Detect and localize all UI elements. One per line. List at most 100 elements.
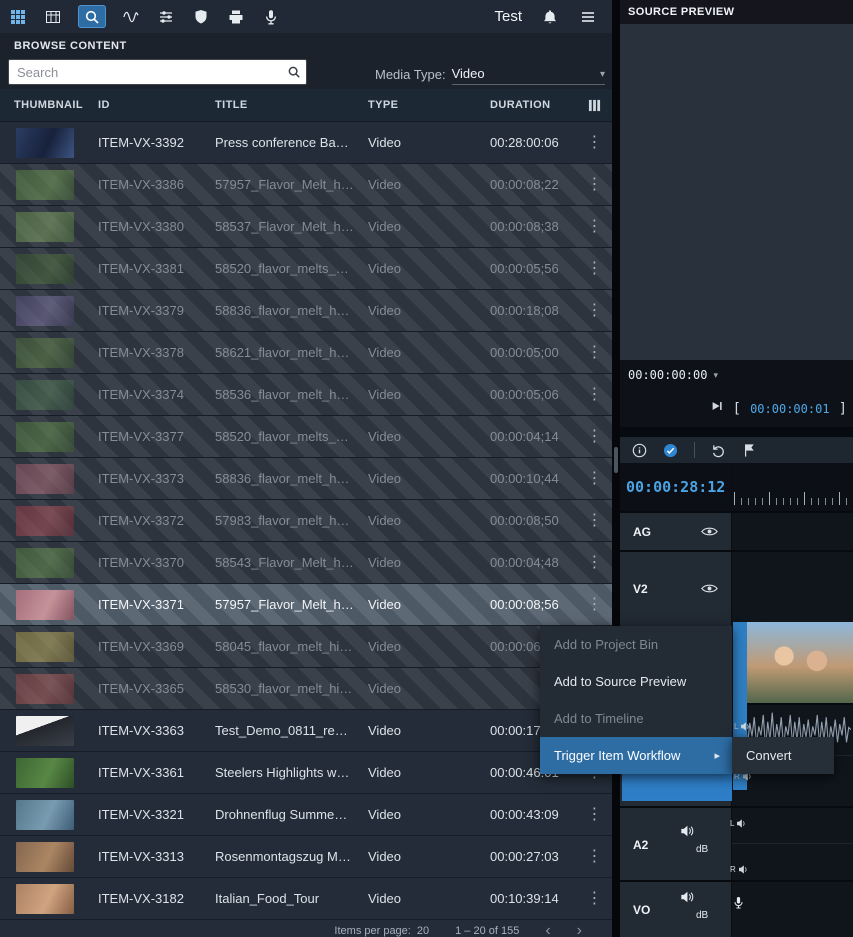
- submenu-item-convert[interactable]: Convert: [732, 737, 834, 774]
- info-icon[interactable]: [632, 443, 647, 458]
- speaker-icon[interactable]: [680, 824, 694, 838]
- mark-in-icon[interactable]: [: [733, 401, 741, 417]
- table-row[interactable]: ITEM-VX-3373 58836_flavor_melt_h… Video …: [0, 458, 612, 500]
- table-row[interactable]: ITEM-VX-3392 Press conference Ba… Video …: [0, 122, 612, 164]
- track-a2-left-sublane: [732, 808, 853, 844]
- table-row-selected[interactable]: ITEM-VX-3371 57957_Flavor_Melt_h… Video …: [0, 584, 612, 626]
- table-row[interactable]: ITEM-VX-3378 58621_flavor_melt_h… Video …: [0, 332, 612, 374]
- eye-icon[interactable]: [701, 583, 718, 594]
- video-thumbnail: [16, 548, 74, 578]
- speaker-icon[interactable]: [740, 721, 751, 732]
- track-ag-header[interactable]: AG: [620, 513, 732, 550]
- prev-page-icon[interactable]: ‹: [545, 925, 550, 936]
- media-type-select[interactable]: Video ▾: [452, 66, 605, 85]
- menu-item-add-to-project-bin[interactable]: Add to Project Bin: [540, 626, 732, 663]
- table-row[interactable]: ITEM-VX-3369 58045_flavor_melt_hi… Video…: [0, 626, 612, 668]
- chevron-down-icon[interactable]: ▾: [713, 370, 718, 381]
- item-duration: 00:28:00:06: [482, 135, 577, 150]
- microphone-icon[interactable]: [732, 896, 745, 909]
- menu-item-add-to-timeline[interactable]: Add to Timeline: [540, 700, 732, 737]
- table-row[interactable]: ITEM-VX-3370 58543_Flavor_Melt_h… Video …: [0, 542, 612, 584]
- table-row[interactable]: ITEM-VX-3365 58530_flavor_melt_hi… Video…: [0, 668, 612, 710]
- table-row[interactable]: ITEM-VX-3380 58537_Flavor_Melt_h… Video …: [0, 206, 612, 248]
- timeline-clip-thumbnail[interactable]: [747, 622, 853, 703]
- menu-item-trigger-item-workflow[interactable]: Trigger Item Workflow ▸: [540, 737, 732, 774]
- check-circle-icon[interactable]: [663, 443, 678, 458]
- microphone-icon[interactable]: [261, 7, 281, 27]
- row-actions-kebab-icon[interactable]: ⋮: [587, 471, 603, 487]
- item-id: ITEM-VX-3380: [90, 219, 207, 234]
- table-row[interactable]: ITEM-VX-3377 58520_flavor_melts_… Video …: [0, 416, 612, 458]
- media-type-value: Video: [452, 66, 485, 81]
- table-row[interactable]: ITEM-VX-3386 57957_Flavor_Melt_h… Video …: [0, 164, 612, 206]
- item-type: Video: [360, 849, 482, 864]
- notifications-bell-icon[interactable]: [540, 7, 560, 27]
- search-tab-icon[interactable]: [78, 5, 106, 28]
- preview-timecode[interactable]: 00:00:00:00: [628, 368, 707, 382]
- track-a2-lane[interactable]: [732, 808, 853, 880]
- row-actions-kebab-icon[interactable]: ⋮: [587, 177, 603, 193]
- speaker-icon[interactable]: [738, 864, 749, 875]
- table-row[interactable]: ITEM-VX-3182 Italian_Food_Tour Video 00:…: [0, 878, 612, 920]
- item-type: Video: [360, 471, 482, 486]
- timeline-ruler[interactable]: [732, 463, 853, 511]
- toolbar-divider: [694, 442, 695, 458]
- table-view-icon[interactable]: [43, 7, 63, 27]
- track-ag-lane[interactable]: [732, 513, 853, 550]
- undo-icon[interactable]: [711, 443, 726, 458]
- track-vo-header[interactable]: VO dB: [620, 882, 732, 937]
- item-duration: 00:00:08;56: [482, 597, 577, 612]
- row-actions-kebab-icon[interactable]: ⋮: [587, 303, 603, 319]
- col-thumbnail[interactable]: THUMBNAIL: [0, 99, 90, 111]
- menu-item-add-to-source-preview[interactable]: Add to Source Preview: [540, 663, 732, 700]
- row-actions-kebab-icon[interactable]: ⋮: [587, 261, 603, 277]
- search-input[interactable]: [9, 65, 282, 80]
- video-thumbnail: [16, 506, 74, 536]
- audio-wave-icon[interactable]: [121, 7, 141, 27]
- skip-to-end-icon[interactable]: [710, 399, 724, 418]
- printer-icon[interactable]: [226, 7, 246, 27]
- row-actions-kebab-icon[interactable]: ⋮: [587, 849, 603, 865]
- eye-icon[interactable]: [701, 526, 718, 537]
- table-row[interactable]: ITEM-VX-3361 Steelers Highlights w… Vide…: [0, 752, 612, 794]
- row-actions-kebab-icon[interactable]: ⋮: [587, 891, 603, 907]
- sliders-icon[interactable]: [156, 7, 176, 27]
- table-row[interactable]: ITEM-VX-3313 Rosenmontagszug M… Video 00…: [0, 836, 612, 878]
- table-row[interactable]: ITEM-VX-3379 58836_flavor_melt_h… Video …: [0, 290, 612, 332]
- speaker-icon[interactable]: [736, 818, 747, 829]
- db-label[interactable]: dB: [696, 910, 708, 921]
- track-vo-lane[interactable]: [732, 882, 853, 937]
- row-actions-kebab-icon[interactable]: ⋮: [587, 135, 603, 151]
- search-icon[interactable]: [282, 65, 306, 79]
- apps-grid-icon[interactable]: [8, 7, 28, 27]
- item-id: ITEM-VX-3381: [90, 261, 207, 276]
- mark-out-icon[interactable]: ]: [839, 401, 847, 417]
- row-actions-kebab-icon[interactable]: ⋮: [587, 555, 603, 571]
- row-actions-kebab-icon[interactable]: ⋮: [587, 513, 603, 529]
- db-label[interactable]: dB: [696, 844, 708, 855]
- row-actions-kebab-icon[interactable]: ⋮: [587, 387, 603, 403]
- shield-icon[interactable]: [191, 7, 211, 27]
- track-a2-header[interactable]: A2 dB: [620, 808, 732, 880]
- pane-resize-handle[interactable]: [614, 447, 618, 473]
- row-actions-kebab-icon[interactable]: ⋮: [587, 807, 603, 823]
- speaker-icon[interactable]: [680, 890, 694, 904]
- table-row[interactable]: ITEM-VX-3363 Test_Demo_0811_re… Video 00…: [0, 710, 612, 752]
- col-duration[interactable]: DURATION: [482, 99, 577, 111]
- table-row[interactable]: ITEM-VX-3381 58520_flavor_melts_… Video …: [0, 248, 612, 290]
- row-actions-kebab-icon[interactable]: ⋮: [587, 345, 603, 361]
- col-title[interactable]: TITLE: [207, 99, 360, 111]
- next-page-icon[interactable]: ›: [577, 925, 582, 936]
- row-actions-kebab-icon[interactable]: ⋮: [587, 219, 603, 235]
- hamburger-menu-icon[interactable]: [578, 7, 598, 27]
- row-actions-kebab-icon[interactable]: ⋮: [587, 429, 603, 445]
- table-row[interactable]: ITEM-VX-3372 57983_flavor_melt_h… Video …: [0, 500, 612, 542]
- items-per-page-value[interactable]: 20: [417, 925, 429, 937]
- col-id[interactable]: ID: [90, 99, 207, 111]
- column-settings-icon[interactable]: [577, 99, 612, 112]
- col-type[interactable]: TYPE: [360, 99, 482, 111]
- add-marker-icon[interactable]: [742, 443, 757, 458]
- row-actions-kebab-icon[interactable]: ⋮: [587, 597, 603, 613]
- table-row[interactable]: ITEM-VX-3374 58536_flavor_melt_h… Video …: [0, 374, 612, 416]
- table-row[interactable]: ITEM-VX-3321 Drohnenflug Summe… Video 00…: [0, 794, 612, 836]
